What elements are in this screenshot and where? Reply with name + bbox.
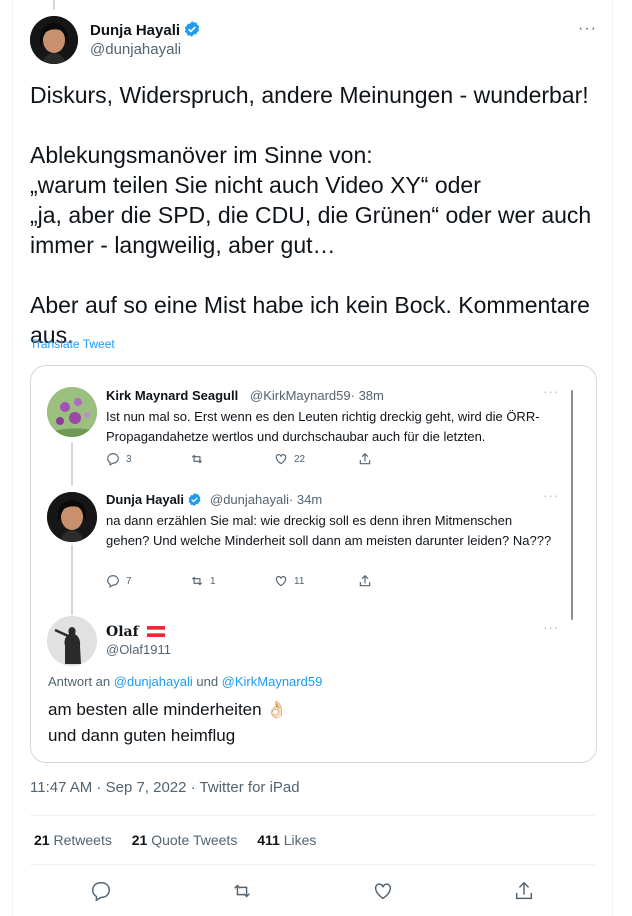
likes-stat[interactable]: 411 Likes [257,832,316,848]
reply-to-line: Antwort an @dunjahayali und @KirkMaynard… [48,674,322,689]
quotes-label: Quote Tweets [151,832,238,848]
heart-icon [374,883,392,900]
heart-icon [275,576,287,587]
reply-to-label: Antwort an [48,674,114,689]
frame-left-border [12,0,13,916]
frame-right-border [612,0,613,916]
reply-icon [107,575,119,588]
reply-button[interactable] [90,880,112,907]
retweet-button[interactable]: 1 [190,574,216,588]
tweet-timestamp[interactable]: 11:47 AM · Sep 7, 2022 · Twitter for iPa… [30,779,300,796]
quote-author-handle[interactable]: @Olaf1911 [106,642,171,657]
tweet-text: Diskurs, Widerspruch, andere Meinungen -… [30,82,592,348]
thread-connector [53,0,55,10]
avatar[interactable] [47,616,97,666]
like-button[interactable]: 22 [274,452,305,466]
retweet-count: 1 [210,575,216,587]
share-icon [359,452,371,465]
quote-tweet-text: na dann erzählen Sie mal: wie dreckig so… [106,513,552,548]
retweet-icon [191,454,203,464]
reply-to-separator: und [192,674,222,689]
quote-author-name[interactable]: Kirk Maynard Seagull [106,388,238,403]
quote-time[interactable]: · 34m [289,492,322,507]
reply-button[interactable]: 7 [106,574,132,588]
reply-icon [92,882,110,902]
reply-to-user-link[interactable]: @KirkMaynard59 [222,674,323,689]
more-options-icon[interactable]: ··· [543,620,559,635]
austria-flag-icon [147,626,166,637]
avatar[interactable] [47,387,97,437]
share-button[interactable] [358,574,372,588]
quotes-count: 21 [131,832,148,848]
retweet-button[interactable] [190,452,210,466]
more-options-icon[interactable]: ··· [543,488,559,503]
share-button[interactable] [358,452,372,466]
more-options-icon[interactable]: ··· [543,384,559,399]
divider [30,864,595,865]
quote-tweets-stat[interactable]: 21 Quote Tweets [132,832,238,848]
share-icon [515,881,533,900]
share-icon [359,574,371,587]
quote-author-meta: @dunjahayali· 34m [210,492,322,507]
avatar[interactable] [47,492,97,542]
scrollbar[interactable] [571,390,573,620]
verified-badge-icon [183,20,201,42]
author-name[interactable]: Dunja Hayali [90,20,201,42]
heart-icon [275,454,287,465]
retweet-icon [234,884,250,898]
avatar[interactable] [30,16,78,64]
retweet-icon [191,576,203,586]
author-handle[interactable]: @dunjahayali [90,41,181,58]
share-button[interactable] [513,880,535,907]
retweets-stat[interactable]: 21 Retweets [34,832,112,848]
like-button[interactable] [372,880,394,907]
quote-author-meta: @KirkMaynard59· 38m [250,388,384,403]
like-count: 11 [294,575,305,587]
likes-count: 411 [257,832,280,848]
reply-to-user-link[interactable]: @dunjahayali [114,674,193,689]
reply-count: 3 [126,453,132,465]
thread-line [71,545,73,615]
reply-count: 7 [126,575,132,587]
quote-author-handle[interactable]: @dunjahayali [210,492,289,507]
thread-line [71,442,73,486]
likes-label: Likes [283,832,317,848]
reply-icon [107,453,119,466]
translate-link[interactable]: Translate Tweet [30,337,115,351]
divider [30,815,595,816]
quote-time[interactable]: · 38m [351,388,384,403]
quote-author-name[interactable]: Olaf [106,624,166,640]
retweet-button[interactable] [231,880,253,907]
quote-author-name[interactable]: Dunja Hayali [106,492,202,510]
engagement-stats: 21 Retweets 21 Quote Tweets 411 Likes [34,832,316,848]
like-count: 22 [294,453,306,465]
more-options-icon[interactable]: ··· [578,20,597,38]
retweets-label: Retweets [53,832,112,848]
retweets-count: 21 [34,832,50,848]
quote-tweet-text: Ist nun mal so. Erst wenn es den Leuten … [106,409,540,444]
quote-author-handle[interactable]: @KirkMaynard59 [250,388,351,403]
like-button[interactable]: 11 [274,574,304,588]
reply-button[interactable]: 3 [106,452,132,466]
focused-reply-text: am besten alle minderheiten 👌🏻 und dann … [48,700,288,745]
verified-badge-icon [187,492,202,510]
